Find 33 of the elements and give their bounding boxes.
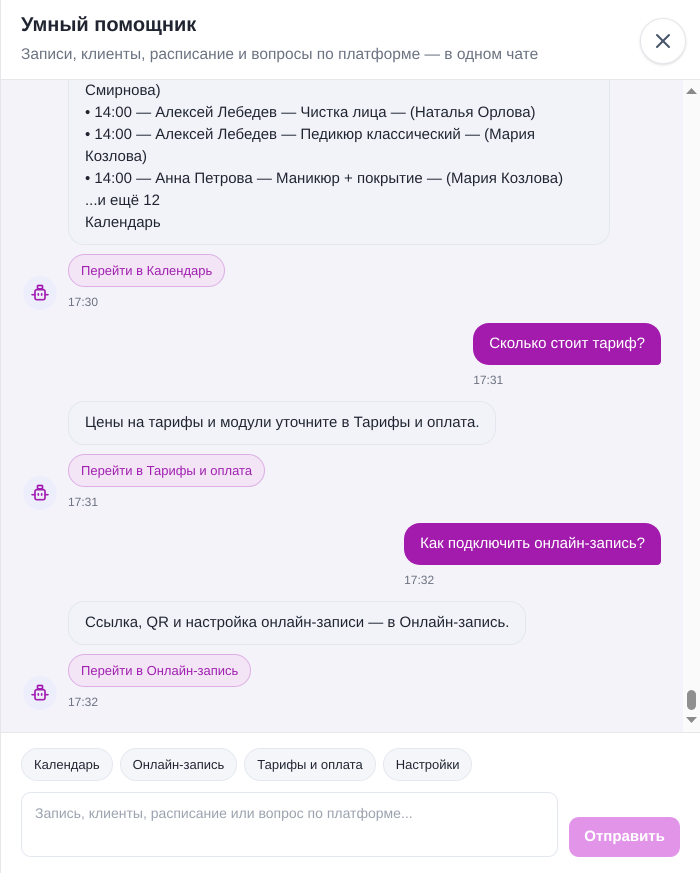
- message-time: 17:32: [68, 694, 98, 710]
- message-text: • 14:00 — Анна Петрова — Маникюр + покрытие — (Мария Козлова): [85, 169, 564, 189]
- robot-avatar-icon: [23, 676, 57, 710]
- message-text: • 14:00 — Алексей Лебедев — Педикюр классический — (Мария Козлова): [85, 125, 536, 167]
- quick-action-chip[interactable]: Онлайн-запись: [120, 748, 238, 781]
- message-text: Смирнова): [85, 81, 162, 101]
- quick-action-chip[interactable]: Настройки: [382, 748, 472, 781]
- message-text: Календарь: [85, 213, 162, 233]
- message-text: Ссылка, QR и настройка онлайн-записи — в Онлайн-запись.: [85, 613, 510, 633]
- scroll-up-arrow-icon[interactable]: [686, 88, 697, 94]
- scrollbar-thumb[interactable]: [687, 690, 696, 710]
- message-time: 17:32: [404, 572, 434, 588]
- robot-avatar-icon: [23, 276, 57, 310]
- action-link-button[interactable]: Перейти в Тарифы и оплата: [68, 454, 266, 487]
- user-message-bubble: Сколько стоит тариф?: [473, 323, 661, 365]
- chat-subtitle: Записи, клиенты, расписание и вопросы по платформе — в одном чате: [21, 45, 538, 65]
- message-text: Цены на тарифы и модули уточните в Тарифы и оплата.: [85, 413, 480, 433]
- quick-action-chip[interactable]: Тарифы и оплата: [244, 748, 376, 781]
- scroll-down-arrow-icon[interactable]: [686, 717, 697, 723]
- robot-avatar-icon: [23, 476, 57, 510]
- message-input[interactable]: Запись, клиенты, расписание или вопрос по платформе...: [21, 792, 558, 857]
- action-link-button[interactable]: Перейти в Онлайн-запись: [68, 654, 252, 687]
- chat-title: Умный помощник: [21, 13, 198, 38]
- message-time: 17:31: [473, 372, 504, 388]
- scrollbar[interactable]: [683, 80, 700, 732]
- quick-action-chip[interactable]: Календарь: [21, 748, 113, 781]
- message-time: 17:30: [68, 294, 98, 310]
- message-text: ...и ещё 12: [85, 191, 161, 211]
- message-time: 17:31: [68, 494, 98, 510]
- message-text: • 14:00 — Алексей Лебедев — Чистка лица — (Наталья Орлова): [85, 103, 537, 123]
- user-message-bubble: Как подключить онлайн-запись?: [404, 523, 661, 565]
- action-link-button[interactable]: Перейти в Календарь: [68, 254, 226, 287]
- close-button[interactable]: [640, 18, 686, 64]
